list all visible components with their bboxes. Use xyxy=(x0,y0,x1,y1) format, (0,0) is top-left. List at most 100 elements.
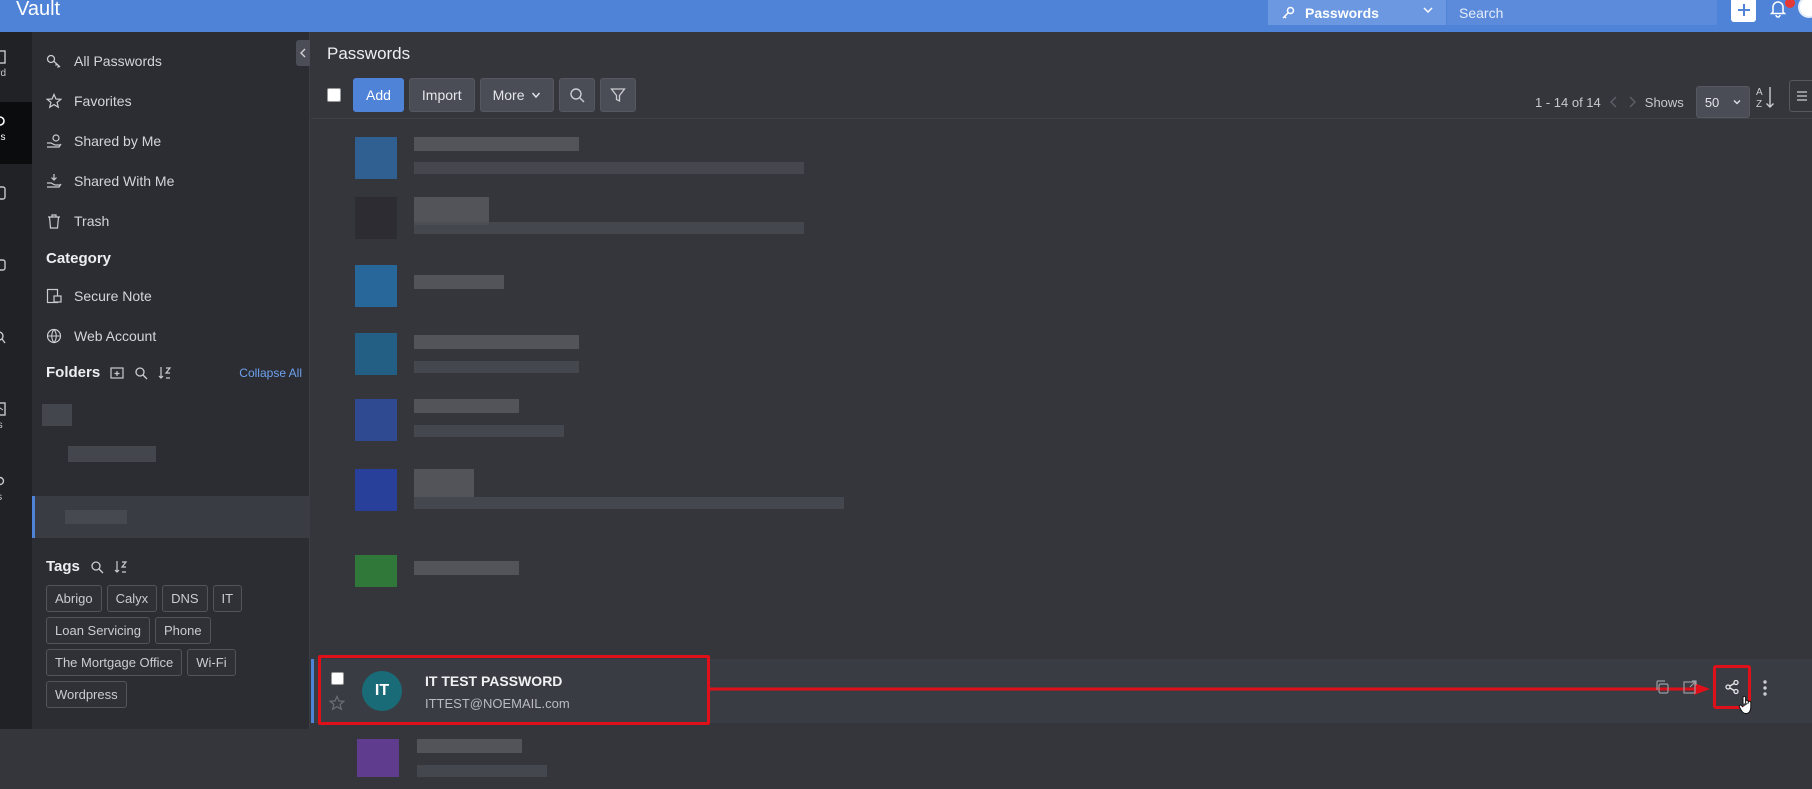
item-sub-redacted xyxy=(414,361,579,373)
list-icon xyxy=(1797,91,1807,101)
item-name-redacted xyxy=(417,739,522,753)
tag-chip[interactable]: IT xyxy=(212,585,243,612)
receive-hand-icon xyxy=(47,174,62,188)
list-item-redacted[interactable] xyxy=(311,531,1812,591)
rail-label: ords xyxy=(0,132,6,143)
share-icon xyxy=(1725,679,1739,695)
svg-text:A: A xyxy=(1756,87,1763,98)
item-sub-redacted xyxy=(414,425,564,437)
tag-chip[interactable]: DNS xyxy=(162,585,208,612)
rail-item-passwords[interactable]: ords xyxy=(0,102,32,164)
list-item-redacted[interactable] xyxy=(311,309,1812,375)
item-name-redacted xyxy=(414,399,519,413)
category-heading: Category xyxy=(46,250,112,267)
app-title: Vault xyxy=(16,0,61,20)
list-item-redacted[interactable] xyxy=(311,729,1812,789)
sidebar-item-shared-with-me[interactable]: Shared With Me xyxy=(46,166,174,196)
tag-chip[interactable]: Loan Servicing xyxy=(46,617,150,644)
folder-item-selected[interactable] xyxy=(32,496,310,538)
page-size-value: 50 xyxy=(1704,94,1720,110)
list-item-redacted[interactable] xyxy=(311,185,1812,245)
tag-chip[interactable]: Wordpress xyxy=(46,681,127,708)
rail-item-dashboard[interactable]: oard xyxy=(0,38,32,100)
page-size-select[interactable]: 50 xyxy=(1695,86,1750,118)
item-avatar-redacted xyxy=(355,555,397,587)
search-button[interactable] xyxy=(558,78,595,112)
sort-icon[interactable] xyxy=(114,560,128,574)
more-vertical-icon[interactable] xyxy=(1762,679,1768,697)
sort-az-button[interactable]: AZ xyxy=(1755,84,1777,110)
tag-chip[interactable]: Phone xyxy=(155,617,211,644)
page-range: 1 - 14 of 14 xyxy=(1535,94,1601,110)
rail-item-groups[interactable]: ps xyxy=(0,246,32,308)
sidebar-item-trash[interactable]: Trash xyxy=(46,206,109,236)
rail-item-settings[interactable]: ngs xyxy=(0,462,32,524)
chevron-left-icon[interactable] xyxy=(1609,96,1619,108)
sidebar-item-label: All Passwords xyxy=(74,53,162,69)
copy-icon[interactable] xyxy=(1654,679,1670,695)
folder-item-redacted[interactable] xyxy=(68,446,156,462)
collapse-all-link[interactable]: Collapse All xyxy=(239,366,302,380)
sidebar-item-all-passwords[interactable]: All Passwords xyxy=(46,46,162,76)
tag-chip[interactable]: Abrigo xyxy=(46,585,102,612)
category-label: Secure Note xyxy=(74,288,152,304)
item-avatar-redacted xyxy=(357,739,399,777)
user-avatar[interactable] xyxy=(1798,0,1812,18)
top-bar: Vault Passwords xyxy=(0,0,1812,32)
item-sub-redacted xyxy=(414,222,804,234)
rail-item-audit[interactable]: dit xyxy=(0,318,32,380)
category-item-web-account[interactable]: Web Account xyxy=(46,321,156,351)
rail-item-users[interactable]: ers xyxy=(0,174,32,236)
item-name-redacted xyxy=(414,561,519,575)
sidebar-item-shared-by-me[interactable]: Shared by Me xyxy=(46,126,161,156)
filter-icon xyxy=(609,88,626,103)
add-button[interactable]: Add xyxy=(353,78,404,112)
toolbar: Add Import More xyxy=(327,78,636,112)
item-name-redacted xyxy=(414,137,579,151)
pagination: 1 - 14 of 14 Shows 50 xyxy=(1535,86,1750,118)
view-options-button[interactable] xyxy=(1789,80,1812,112)
add-folder-icon[interactable] xyxy=(110,366,124,380)
item-avatar-redacted xyxy=(355,137,397,179)
open-external-icon[interactable] xyxy=(1682,679,1698,695)
folder-item-redacted[interactable] xyxy=(42,404,72,426)
more-button[interactable]: More xyxy=(479,78,554,112)
tag-chip[interactable]: Wi-Fi xyxy=(187,649,236,676)
list-item-redacted[interactable] xyxy=(311,125,1812,185)
tag-chip[interactable]: Calyx xyxy=(106,585,158,612)
search-input[interactable] xyxy=(1459,4,1705,21)
shows-label: Shows xyxy=(1644,94,1684,110)
rail-item-reports[interactable]: orts xyxy=(0,390,32,452)
tag-list: Abrigo Calyx DNS IT Loan Servicing Phone… xyxy=(46,585,296,708)
list-item-redacted[interactable] xyxy=(311,455,1812,515)
app-rail: oard ords ers ps dit orts ngs xyxy=(0,32,32,729)
add-new-button[interactable] xyxy=(1731,0,1756,22)
select-all-checkbox[interactable] xyxy=(327,88,341,102)
note-lock-icon xyxy=(46,288,62,304)
table-row-selected[interactable]: IT IT TEST PASSWORD ITTEST@NOEMAIL.com xyxy=(311,655,1812,725)
collapse-sidebar-button[interactable] xyxy=(296,40,310,66)
folders-header: Folders Collapse All xyxy=(46,364,302,381)
tag-chip[interactable]: The Mortgage Office xyxy=(46,649,183,676)
notifications-button[interactable] xyxy=(1770,0,1786,18)
filter-button[interactable] xyxy=(599,78,636,112)
list-item-redacted[interactable] xyxy=(311,245,1812,307)
item-name-redacted xyxy=(414,335,579,349)
chevron-right-icon[interactable] xyxy=(1627,96,1637,108)
list-item-redacted[interactable] xyxy=(311,381,1812,441)
import-button[interactable]: Import xyxy=(408,78,475,112)
folder-name-redacted xyxy=(65,510,127,524)
users-icon xyxy=(0,186,6,200)
search-field[interactable] xyxy=(1447,0,1717,25)
hand-cursor-icon xyxy=(1738,695,1752,715)
chevron-left-icon xyxy=(300,48,306,58)
search-icon xyxy=(569,88,585,103)
category-label: Web Account xyxy=(74,328,157,344)
search-icon[interactable] xyxy=(90,560,104,574)
sidebar-item-favorites[interactable]: Favorites xyxy=(46,86,132,116)
sort-icon[interactable] xyxy=(158,366,172,380)
groups-icon xyxy=(0,258,6,272)
search-icon[interactable] xyxy=(134,366,148,380)
search-scope-dropdown[interactable]: Passwords xyxy=(1268,0,1446,25)
category-item-secure-note[interactable]: Secure Note xyxy=(46,281,152,311)
